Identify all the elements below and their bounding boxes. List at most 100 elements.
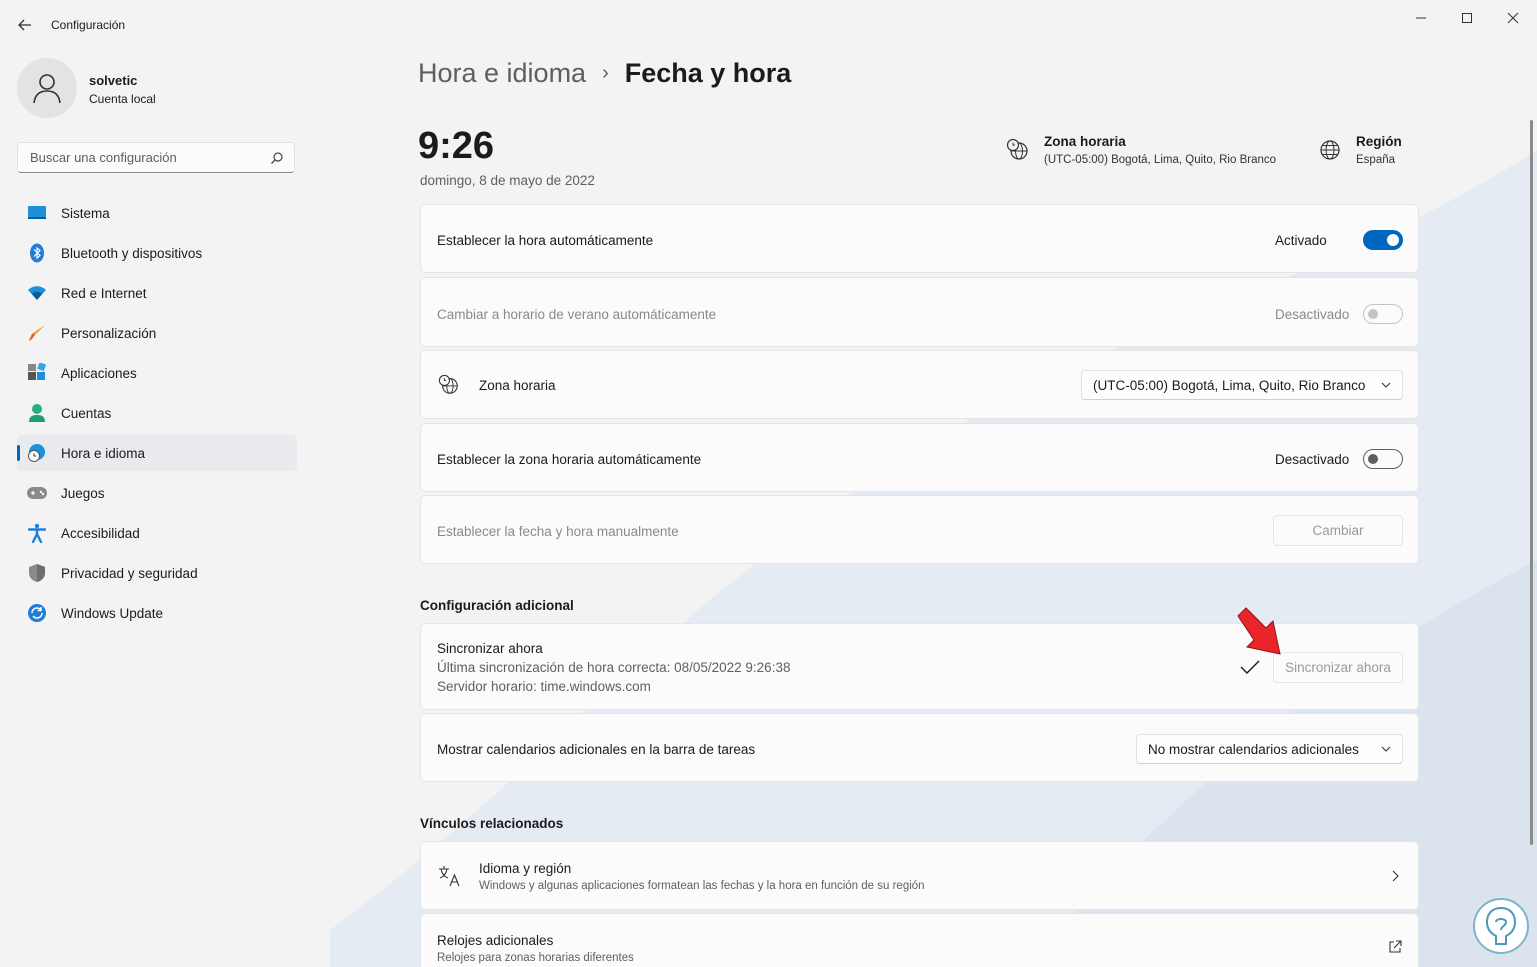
user-profile[interactable]: solvetic Cuenta local: [17, 57, 297, 119]
active-indicator: [17, 445, 20, 461]
user-name: solvetic: [89, 73, 138, 88]
chevron-down-icon: [1381, 746, 1391, 752]
sidebar-item-sistema[interactable]: Sistema: [17, 195, 297, 231]
dst-state: Desactivado: [1275, 307, 1350, 322]
sidebar-item-hora-idioma[interactable]: Hora e idioma: [17, 435, 297, 471]
current-date: domingo, 8 de mayo de 2022: [420, 173, 595, 188]
minimize-icon: [1416, 17, 1426, 19]
annotation-arrow-icon: [1237, 607, 1281, 655]
person-icon: [26, 402, 48, 424]
sidebar-item-label: Accesibilidad: [61, 525, 140, 541]
header-timezone-title: Zona horaria: [1044, 134, 1126, 149]
sidebar-item-red[interactable]: Red e Internet: [17, 275, 297, 311]
section-related-title: Vínculos relacionados: [420, 816, 564, 831]
change-button[interactable]: Cambiar: [1273, 515, 1403, 546]
calendars-dropdown[interactable]: No mostrar calendarios adicionales: [1136, 734, 1403, 764]
sidebar-item-juegos[interactable]: Juegos: [17, 475, 297, 511]
sidebar-item-bluetooth[interactable]: Bluetooth y dispositivos: [17, 235, 297, 271]
minimize-button[interactable]: [1398, 4, 1444, 32]
sync-last: Última sincronización de hora correcta: …: [437, 660, 791, 675]
calendars-label: Mostrar calendarios adicionales en la ba…: [437, 742, 756, 757]
close-icon: [1507, 12, 1519, 24]
dst-toggle[interactable]: [1363, 304, 1403, 324]
search-box[interactable]: [17, 142, 295, 173]
apps-icon: [26, 362, 48, 384]
timezone-label: Zona horaria: [479, 378, 556, 393]
gamepad-icon: [26, 482, 48, 504]
globe-clock-icon: [438, 374, 458, 394]
calendars-dropdown-value: No mostrar calendarios adicionales: [1148, 741, 1359, 757]
auto-timezone-label: Establecer la zona horaria automáticamen…: [437, 452, 702, 467]
chevron-down-icon: [1381, 382, 1391, 388]
setting-dst: Cambiar a horario de verano automáticame…: [420, 277, 1419, 347]
bluetooth-icon: [26, 242, 48, 264]
setting-timezone: Zona horaria (UTC-05:00) Bogotá, Lima, Q…: [420, 350, 1419, 419]
setting-manual-time: Establecer la fecha y hora manualmente C…: [420, 495, 1419, 564]
setting-auto-time: Establecer la hora automáticamente Activ…: [420, 204, 1419, 273]
maximize-button[interactable]: [1444, 4, 1490, 32]
sidebar-item-privacidad[interactable]: Privacidad y seguridad: [17, 555, 297, 591]
sidebar-item-personalizacion[interactable]: Personalización: [17, 315, 297, 351]
setting-calendars: Mostrar calendarios adicionales en la ba…: [420, 713, 1419, 782]
sidebar-item-accesibilidad[interactable]: Accesibilidad: [17, 515, 297, 551]
language-icon: [439, 866, 460, 887]
globe-icon: [1320, 140, 1340, 160]
link-additional-clocks[interactable]: Relojes adicionales Relojes para zonas h…: [420, 913, 1419, 967]
timezone-dropdown-value: (UTC-05:00) Bogotá, Lima, Quito, Rio Bra…: [1093, 377, 1366, 393]
sidebar-item-cuentas[interactable]: Cuentas: [17, 395, 297, 431]
auto-time-toggle[interactable]: [1363, 230, 1403, 250]
page-title: Fecha y hora: [624, 58, 792, 88]
close-button[interactable]: [1490, 4, 1536, 32]
current-time: 9:26: [418, 125, 495, 167]
additional-clocks-title: Relojes adicionales: [437, 933, 554, 948]
chevron-right-icon: [1392, 870, 1399, 882]
sidebar-item-label: Cuentas: [61, 405, 112, 421]
sidebar-item-aplicaciones[interactable]: Aplicaciones: [17, 355, 297, 391]
update-icon: [26, 602, 48, 624]
search-input[interactable]: [28, 149, 262, 166]
language-region-subtitle: Windows y algunas aplicaciones formatean…: [479, 880, 925, 892]
breadcrumb-parent[interactable]: Hora e idioma: [418, 58, 586, 89]
accessibility-icon: [26, 522, 48, 544]
header-region-title: Región: [1356, 134, 1402, 149]
person-icon: [1485, 906, 1517, 945]
additional-clocks-subtitle: Relojes para zonas horarias diferentes: [437, 952, 634, 964]
header-region-value: España: [1356, 154, 1396, 166]
sync-server: Servidor horario: time.windows.com: [437, 679, 651, 694]
app-title: Configuración: [51, 18, 126, 32]
breadcrumb: Hora e idioma › Fecha y hora: [418, 58, 791, 89]
auto-timezone-state: Desactivado: [1275, 452, 1350, 467]
sidebar-item-label: Hora e idioma: [61, 445, 146, 461]
sidebar-item-label: Personalización: [61, 325, 157, 341]
sidebar-item-label: Red e Internet: [61, 285, 147, 301]
link-language-region[interactable]: Idioma y región Windows y algunas aplica…: [420, 841, 1419, 910]
settings-window: Configuración solvetic Cuenta local Sist…: [0, 0, 1537, 967]
header-timezone-value: (UTC-05:00) Bogotá, Lima, Quito, Rio Bra…: [1044, 154, 1277, 166]
sidebar-nav: Sistema Bluetooth y dispositivos Red e I…: [17, 195, 297, 635]
back-button[interactable]: [12, 12, 38, 38]
arrow-left-icon: [18, 19, 31, 31]
auto-time-state: Activado: [1275, 233, 1327, 248]
watermark-logo: [1473, 898, 1529, 954]
chevron-right-icon: ›: [602, 62, 609, 84]
sidebar-item-windows-update[interactable]: Windows Update: [17, 595, 297, 631]
shield-icon: [26, 562, 48, 584]
scrollbar[interactable]: [1530, 120, 1533, 845]
header-region: Región España: [1318, 134, 1402, 166]
timezone-dropdown[interactable]: (UTC-05:00) Bogotá, Lima, Quito, Rio Bra…: [1081, 370, 1403, 400]
section-additional-title: Configuración adicional: [420, 598, 574, 613]
setting-auto-timezone: Establecer la zona horaria automáticamen…: [420, 423, 1419, 492]
header-timezone: Zona horaria (UTC-05:00) Bogotá, Lima, Q…: [1006, 134, 1276, 166]
monitor-icon: [26, 202, 48, 224]
wifi-icon: [26, 282, 48, 304]
title-bar: Configuración: [0, 0, 1537, 48]
globe-clock-icon: [26, 442, 48, 464]
globe-clock-icon: [1006, 138, 1028, 160]
sidebar-item-label: Juegos: [61, 485, 105, 501]
search-icon[interactable]: [270, 151, 284, 165]
auto-timezone-toggle[interactable]: [1363, 449, 1403, 469]
language-region-title: Idioma y región: [479, 861, 572, 876]
person-icon: [33, 74, 61, 104]
checkmark-icon: [1240, 660, 1260, 674]
sync-now-button[interactable]: Sincronizar ahora: [1273, 652, 1403, 683]
